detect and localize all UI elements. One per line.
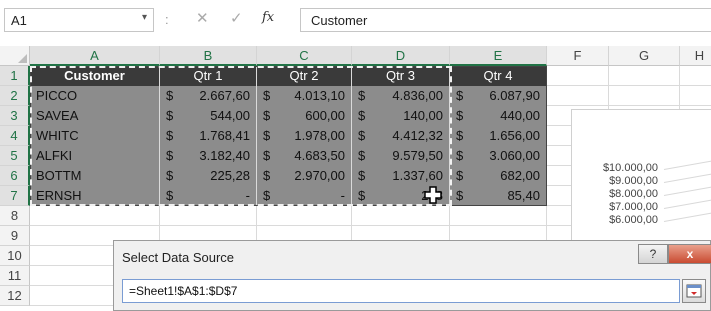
row-header-8[interactable]: 8 [0, 206, 30, 226]
select-all-corner[interactable] [0, 46, 30, 66]
chart-axis-label: $10.000,00 [602, 162, 658, 174]
row-header-7[interactable]: 7 [0, 186, 30, 206]
name-box-value: A1 [11, 13, 27, 28]
insert-function-icon[interactable]: fx [262, 10, 274, 25]
cell-cursor-icon [424, 186, 442, 204]
data-range-input[interactable]: =Sheet1!$A$1:$D$7 [122, 279, 680, 303]
close-button[interactable]: x [668, 244, 711, 264]
row-header-1[interactable]: 1 [0, 66, 30, 86]
chart-gridline [663, 212, 711, 222]
column-header-f[interactable]: F [547, 46, 609, 66]
column-header-g[interactable]: G [609, 46, 680, 66]
column-header-h[interactable]: H [680, 46, 711, 66]
row-header-5[interactable]: 5 [0, 146, 30, 166]
name-box[interactable]: A1 ▾ [4, 8, 154, 32]
row-header-11[interactable]: 11 [0, 266, 30, 286]
column-header-a[interactable]: A [30, 46, 160, 66]
row-header-6[interactable]: 6 [0, 166, 30, 186]
column-header-d[interactable]: D [352, 46, 450, 66]
chart-gridline [663, 186, 711, 196]
select-data-source-dialog: Select Data Source ? x =Sheet1!$A$1:$D$7 [113, 240, 711, 311]
enter-icon[interactable]: ✓ [230, 9, 243, 27]
help-button[interactable]: ? [638, 244, 668, 264]
chevron-down-icon[interactable]: ▾ [142, 12, 147, 23]
column-header-e[interactable]: E [450, 46, 547, 66]
range-select-icon [686, 284, 702, 298]
chart-axis-label: $6.000,00 [609, 214, 658, 226]
dialog-title: Select Data Source [122, 250, 235, 265]
formula-input[interactable]: Customer [300, 8, 711, 32]
chart-gridline [663, 173, 711, 183]
chart-gridline [663, 199, 711, 209]
formula-bar: A1 ▾ : ✕ ✓ fx Customer [0, 0, 711, 40]
chart-axis-label: $9.000,00 [609, 175, 658, 187]
collapse-dialog-button[interactable] [682, 279, 706, 303]
row-header-3[interactable]: 3 [0, 106, 30, 126]
formula-bar-grip: : [165, 12, 169, 27]
formula-value: Customer [311, 13, 368, 28]
data-range-value: =Sheet1!$A$1:$D$7 [129, 284, 238, 298]
row-header-12[interactable]: 12 [0, 286, 30, 306]
row-header-10[interactable]: 10 [0, 246, 30, 266]
row-header-2[interactable]: 2 [0, 86, 30, 106]
column-header-b[interactable]: B [160, 46, 257, 66]
selection-outline [30, 66, 547, 206]
chart-gridline [663, 160, 711, 170]
row-header-9[interactable]: 9 [0, 226, 30, 246]
chart-axis-label: $8.000,00 [609, 188, 658, 200]
row-header-4[interactable]: 4 [0, 126, 30, 146]
column-header-c[interactable]: C [257, 46, 352, 66]
cancel-icon[interactable]: ✕ [196, 9, 209, 27]
chart-axis-label: $7.000,00 [609, 201, 658, 213]
